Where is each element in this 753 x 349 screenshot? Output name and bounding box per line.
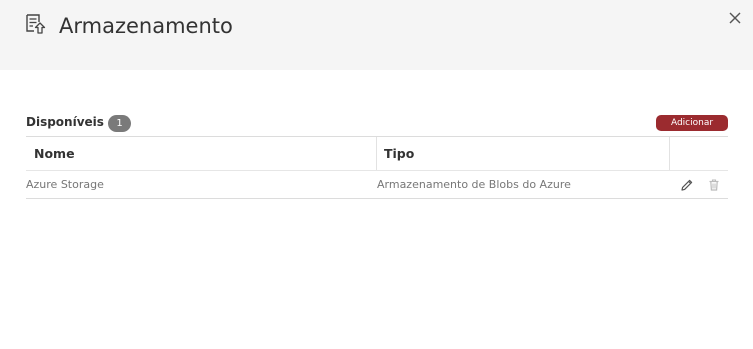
column-header-tipo[interactable]: Tipo [384, 137, 414, 170]
cell-tipo: Armazenamento de Blobs do Azure [377, 178, 571, 191]
count-badge: 1 [108, 115, 131, 132]
column-divider [376, 137, 377, 170]
storage-table: Nome Tipo Azure Storage Armazenamento de… [26, 136, 728, 199]
close-icon[interactable] [727, 10, 743, 26]
dialog-title: Armazenamento [59, 14, 233, 38]
column-header-nome[interactable]: Nome [34, 137, 75, 170]
section-title: Disponíveis [26, 115, 104, 129]
available-section-header: Disponíveis 1 Adicionar [26, 112, 728, 136]
dialog-header: Armazenamento [0, 0, 753, 70]
table-row[interactable]: Azure Storage Armazenamento de Blobs do … [26, 171, 728, 199]
delete-icon[interactable] [707, 177, 721, 191]
edit-icon[interactable] [680, 177, 694, 191]
column-divider [669, 137, 670, 170]
storage-upload-icon [24, 12, 48, 36]
table-header: Nome Tipo [26, 136, 728, 171]
cell-nome: Azure Storage [26, 178, 104, 191]
add-button[interactable]: Adicionar [656, 115, 728, 131]
